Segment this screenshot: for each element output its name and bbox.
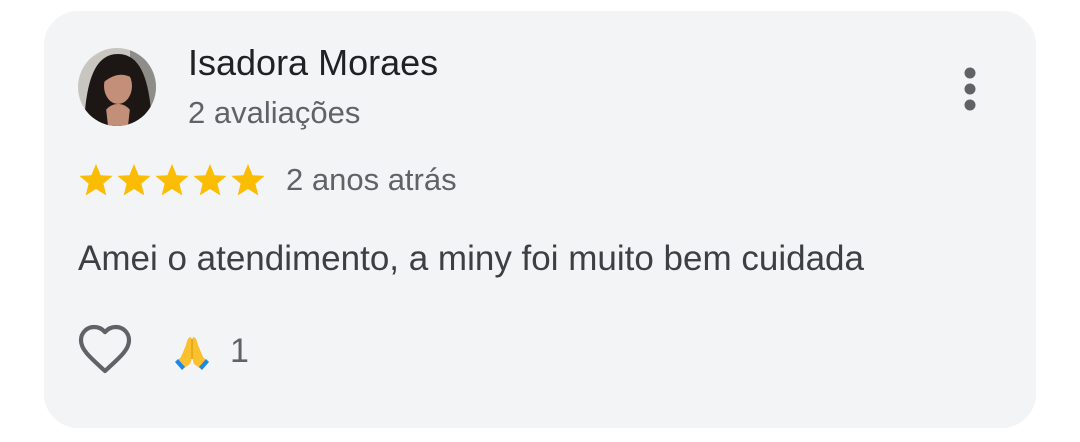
review-text: Amei o atendimento, a miny foi muito bem… bbox=[78, 239, 864, 278]
more-options-button[interactable] bbox=[950, 61, 990, 117]
reaction-praying-hands[interactable]: 1 bbox=[172, 329, 249, 373]
praying-hands-icon bbox=[175, 337, 209, 370]
avatar-photo bbox=[78, 48, 156, 126]
review-date: 2 anos atrás bbox=[286, 162, 457, 197]
star-icon bbox=[193, 164, 227, 196]
star-icon bbox=[231, 164, 265, 196]
star-rating bbox=[77, 161, 267, 199]
author-name[interactable]: Isadora Moraes bbox=[188, 41, 438, 85]
reaction-count: 1 bbox=[230, 332, 249, 370]
heart-outline-icon bbox=[78, 324, 132, 374]
review-card: Isadora Moraes 2 avaliações 2 anos atrás… bbox=[44, 11, 1036, 428]
more-vert-icon bbox=[964, 67, 976, 111]
star-icon bbox=[155, 164, 189, 196]
star-icon bbox=[79, 164, 113, 196]
star-icon bbox=[117, 164, 151, 196]
author-review-count: 2 avaliações bbox=[188, 95, 361, 130]
like-button[interactable] bbox=[76, 323, 134, 377]
author-avatar[interactable] bbox=[78, 48, 156, 126]
